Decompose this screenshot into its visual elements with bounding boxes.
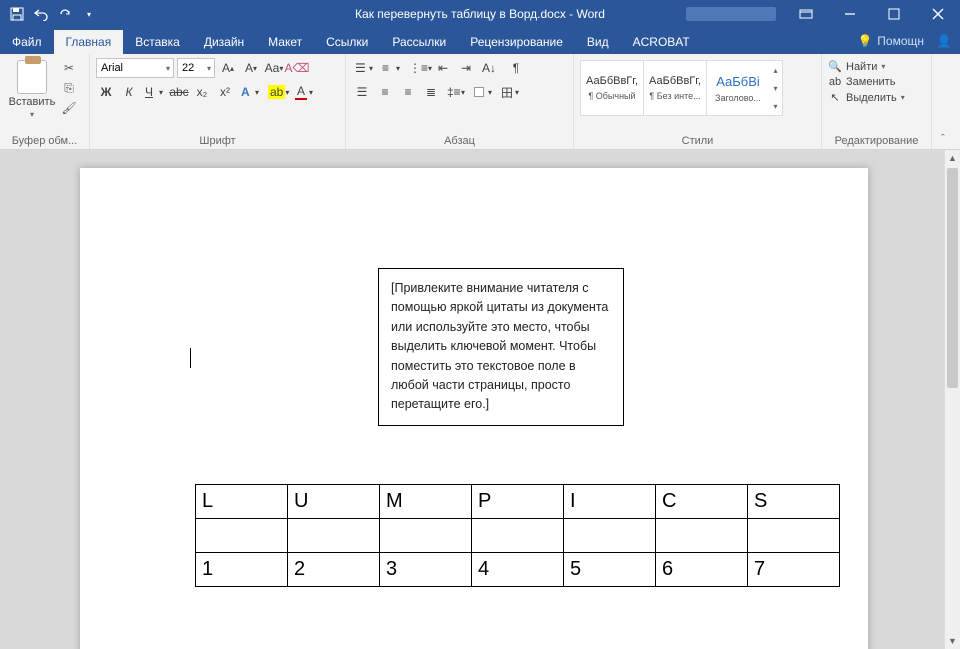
window-buttons [686,0,960,28]
multilevel-button[interactable]: ⋮≡▾ [406,58,430,78]
align-right-button[interactable]: ≡ [398,82,418,102]
ribbon-display-button[interactable] [784,0,828,28]
scroll-thumb[interactable] [947,168,958,388]
paste-label: Вставить [9,96,56,108]
group-styles: АаБбВвГг, ¶ Обычный АаБбВвГг, ¶ Без инте… [574,54,822,149]
replace-icon: ab [828,76,842,88]
group-paragraph: ☰▾ ≡▾ ⋮≡▾ ⇤ ⇥ A↓ ¶ ☰ ≡ ≡ ≣ ‡≡▾ ▾ 田▾ [346,54,574,149]
scroll-up-button[interactable]: ▲ [945,150,960,166]
style-no-spacing[interactable]: АаБбВвГг, ¶ Без инте... [643,60,707,116]
page[interactable]: [Привлеките внимание читателя с помощью … [80,168,868,649]
paste-button[interactable]: Вставить ▾ [6,58,58,133]
align-left-button[interactable]: ☰ [352,82,372,102]
select-button[interactable]: ↖Выделить▾ [828,91,905,104]
strike-button[interactable]: abc [169,82,189,102]
cut-button[interactable]: ✂ [60,60,78,76]
change-case-button[interactable]: Aa▾ [264,58,284,78]
font-color-button[interactable]: A▾ [292,82,316,102]
group-editing-label: Редактирование [828,133,925,149]
tab-references[interactable]: Ссылки [314,30,380,54]
lightbulb-icon: 💡 [857,33,873,49]
undo-button[interactable] [30,3,52,25]
tab-file[interactable]: Файл [0,30,54,54]
highlight-button[interactable]: ab▾ [265,82,289,102]
group-font: Arial▾ 22▾ A▴ A▾ Aa▾ A⌫ Ж К Ч▾ abc x₂ x²… [90,54,346,149]
font-name-select[interactable]: Arial▾ [96,58,174,78]
find-icon: 🔍 [828,60,842,73]
tell-me[interactable]: 💡 Помощн [857,33,924,49]
font-size-value: 22 [182,62,194,74]
sort-button[interactable]: A↓ [479,58,503,78]
quick-access-toolbar: ▾ [0,3,100,25]
group-editing: 🔍Найти▾ abЗаменить ↖Выделить▾ Редактиров… [822,54,932,149]
group-styles-label: Стили [580,133,815,149]
styles-gallery-more[interactable]: ▴▾▾ [769,60,783,116]
find-button[interactable]: 🔍Найти▾ [828,60,905,73]
tab-layout[interactable]: Макет [256,30,314,54]
align-justify-button[interactable]: ≣ [421,82,441,102]
account-placeholder [686,7,776,21]
tab-home[interactable]: Главная [54,30,124,54]
italic-button[interactable]: К [119,82,139,102]
title-bar: ▾ Как перевернуть таблицу в Ворд.docx - … [0,0,960,28]
select-icon: ↖ [828,91,842,104]
bold-button[interactable]: Ж [96,82,116,102]
grow-font-button[interactable]: A▴ [218,58,238,78]
close-button[interactable] [916,0,960,28]
underline-button[interactable]: Ч▾ [142,82,166,102]
numbering-button[interactable]: ≡▾ [379,58,403,78]
table-row: 1 2 3 4 5 6 7 [196,553,840,587]
indent-inc-button[interactable]: ⇥ [456,58,476,78]
share-icon[interactable]: 👤 [936,33,952,49]
shading-button[interactable]: ▾ [471,82,495,102]
text-cursor [190,348,191,368]
replace-button[interactable]: abЗаменить [828,76,905,88]
subscript-button[interactable]: x₂ [192,82,212,102]
superscript-button[interactable]: x² [215,82,235,102]
show-marks-button[interactable]: ¶ [506,58,526,78]
line-spacing-button[interactable]: ‡≡▾ [444,82,468,102]
group-clipboard: Вставить ▾ ✂ ⎘ 🖌 Буфер обм... [0,54,90,149]
shrink-font-button[interactable]: A▾ [241,58,261,78]
tab-review[interactable]: Рецензирование [458,30,575,54]
group-clipboard-label: Буфер обм... [6,133,83,149]
save-button[interactable] [6,3,28,25]
tab-acrobat[interactable]: ACROBAT [621,30,702,54]
borders-button[interactable]: 田▾ [498,82,522,102]
tell-me-label: Помощн [877,34,924,48]
maximize-button[interactable] [872,0,916,28]
document-area: [Привлеките внимание читателя с помощью … [0,150,960,649]
format-painter-button[interactable]: 🖌 [60,100,78,116]
tab-design[interactable]: Дизайн [192,30,256,54]
scroll-down-button[interactable]: ▼ [945,633,960,649]
font-name-value: Arial [101,62,123,74]
tab-mailings[interactable]: Рассылки [380,30,458,54]
bullets-button[interactable]: ☰▾ [352,58,376,78]
indent-dec-button[interactable]: ⇤ [433,58,453,78]
style-heading1[interactable]: АаБбВі Заголово... [706,60,770,116]
redo-button[interactable] [54,3,76,25]
text-box[interactable]: [Привлеките внимание читателя с помощью … [378,268,624,426]
ribbon: Вставить ▾ ✂ ⎘ 🖌 Буфер обм... Arial▾ 22▾… [0,54,960,150]
group-font-label: Шрифт [96,133,339,149]
qat-customize-button[interactable]: ▾ [78,3,100,25]
table-row: L U M P I C S [196,485,840,519]
tab-view[interactable]: Вид [575,30,621,54]
text-effects-button[interactable]: A▾ [238,82,262,102]
table-row [196,519,840,553]
align-center-button[interactable]: ≡ [375,82,395,102]
document-table[interactable]: L U M P I C S 1 [195,484,840,587]
collapse-ribbon-button[interactable]: ˆ [932,54,954,149]
style-normal[interactable]: АаБбВвГг, ¶ Обычный [580,60,644,116]
minimize-button[interactable] [828,0,872,28]
vertical-scrollbar[interactable]: ▲ ▼ [944,150,960,649]
ribbon-tabs: Файл Главная Вставка Дизайн Макет Ссылки… [0,28,960,54]
clear-format-button[interactable]: A⌫ [287,58,307,78]
copy-button[interactable]: ⎘ [60,80,78,96]
tab-insert[interactable]: Вставка [123,30,192,54]
paste-icon [17,60,47,94]
group-paragraph-label: Абзац [352,133,567,149]
font-size-select[interactable]: 22▾ [177,58,215,78]
